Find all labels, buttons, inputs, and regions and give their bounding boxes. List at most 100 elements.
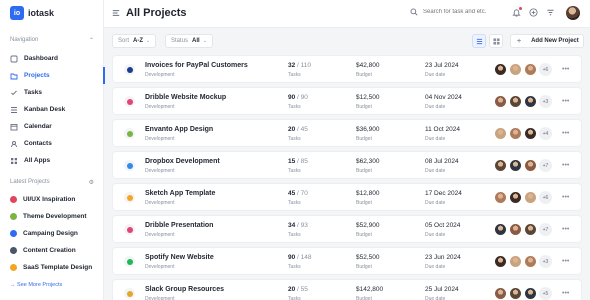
- due-date-value: 23 Jun 2024: [425, 254, 461, 261]
- more-members-badge[interactable]: +7: [539, 159, 552, 172]
- grid-view-button[interactable]: [489, 34, 503, 48]
- search-bar[interactable]: [410, 8, 503, 16]
- member-avatar[interactable]: [524, 255, 537, 268]
- logo-text: iotask: [28, 8, 55, 18]
- gear-icon[interactable]: ⚙: [89, 179, 94, 186]
- more-options-icon[interactable]: •••: [562, 290, 569, 297]
- member-avatar[interactable]: [524, 127, 537, 140]
- budget-value: $12,800: [356, 190, 380, 197]
- project-row[interactable]: Sketch App Template Development 45 / 70 Tas…: [112, 183, 582, 211]
- more-members-badge[interactable]: +6: [539, 191, 552, 204]
- compass-icon[interactable]: [529, 8, 538, 17]
- nav-heading[interactable]: Navigation ⌃: [10, 37, 94, 44]
- project-row[interactable]: Dribble Website Mockup Development 90 / 90…: [112, 87, 582, 115]
- member-avatar[interactable]: [509, 191, 522, 204]
- see-more-link[interactable]: → See More Projects: [10, 282, 62, 288]
- tasks-icon: [10, 89, 18, 97]
- latest-project-label: Campaing Design: [23, 230, 78, 237]
- latest-project-item[interactable]: Content Creation: [0, 242, 104, 259]
- sidebar-item-tasks[interactable]: Tasks: [0, 84, 104, 101]
- project-name[interactable]: Slack Group Resources: [145, 286, 224, 293]
- member-avatar[interactable]: [524, 159, 537, 172]
- project-row[interactable]: Dribble Presentation Development 34 / 93 Ta…: [112, 215, 582, 243]
- project-name[interactable]: Envanto App Design: [145, 126, 213, 133]
- member-avatar[interactable]: [524, 63, 537, 76]
- project-name[interactable]: Invoices for PayPal Customers: [145, 62, 248, 69]
- search-icon: [410, 8, 418, 16]
- search-input[interactable]: [423, 9, 503, 15]
- member-avatar[interactable]: [509, 223, 522, 236]
- member-avatar[interactable]: [509, 159, 522, 172]
- project-name[interactable]: Sketch App Template: [145, 190, 215, 197]
- sidebar-item-all-apps[interactable]: All Apps: [0, 152, 104, 169]
- sidebar-item-kanban-desk[interactable]: Kanban Desk: [0, 101, 104, 118]
- sidebar-item-projects[interactable]: Projects: [0, 67, 105, 84]
- latest-heading[interactable]: Latest Projects ⚙: [10, 179, 94, 186]
- member-avatar[interactable]: [494, 191, 507, 204]
- sidebar-item-label: Projects: [24, 72, 50, 79]
- project-row[interactable]: Envanto App Design Development 20 / 45 Task…: [112, 119, 582, 147]
- project-name[interactable]: Dropbox Development: [145, 158, 220, 165]
- latest-project-item[interactable]: Campaing Design: [0, 225, 104, 242]
- brand-logo[interactable]: io iotask: [10, 6, 54, 20]
- more-members-badge[interactable]: +5: [539, 287, 552, 300]
- project-logo-icon: [124, 64, 135, 75]
- member-avatar[interactable]: [524, 287, 537, 300]
- more-members-badge[interactable]: +6: [539, 63, 552, 76]
- member-avatars: +4: [494, 127, 552, 140]
- member-avatar[interactable]: [509, 287, 522, 300]
- status-select[interactable]: Status All ⌄: [165, 34, 213, 48]
- sort-select[interactable]: Sort A-Z ⌄: [112, 34, 157, 48]
- add-project-button[interactable]: + Add New Project: [510, 34, 584, 48]
- user-avatar[interactable]: [566, 6, 580, 20]
- member-avatar[interactable]: [509, 127, 522, 140]
- tasks-label: Tasks: [288, 72, 301, 78]
- latest-project-label: Theme Development: [23, 213, 87, 220]
- menu-collapse-icon[interactable]: [112, 9, 120, 17]
- latest-project-item[interactable]: UI/UX Inspiration: [0, 191, 104, 208]
- more-options-icon[interactable]: •••: [562, 162, 569, 169]
- project-row[interactable]: Invoices for PayPal Customers Development…: [112, 55, 582, 83]
- more-members-badge[interactable]: +3: [539, 255, 552, 268]
- project-row[interactable]: Dropbox Development Development 15 / 85 Tas…: [112, 151, 582, 179]
- project-name[interactable]: Spotify New Website: [145, 254, 214, 261]
- more-members-badge[interactable]: +3: [539, 95, 552, 108]
- latest-project-item[interactable]: Theme Development: [0, 208, 104, 225]
- list-view-button[interactable]: [472, 34, 486, 48]
- more-options-icon[interactable]: •••: [562, 98, 569, 105]
- member-avatar[interactable]: [524, 95, 537, 108]
- member-avatar[interactable]: [494, 127, 507, 140]
- sort-label: Sort: [118, 38, 130, 44]
- member-avatar[interactable]: [494, 159, 507, 172]
- more-options-icon[interactable]: •••: [562, 66, 569, 73]
- project-name[interactable]: Dribble Website Mockup: [145, 94, 226, 101]
- budget-label: Budget: [356, 104, 372, 110]
- member-avatar[interactable]: [494, 255, 507, 268]
- more-options-icon[interactable]: •••: [562, 258, 569, 265]
- member-avatar[interactable]: [494, 287, 507, 300]
- more-options-icon[interactable]: •••: [562, 226, 569, 233]
- latest-project-item[interactable]: SaaS Template Design: [0, 259, 104, 276]
- more-options-icon[interactable]: •••: [562, 130, 569, 137]
- sidebar-item-calendar[interactable]: Calendar: [0, 118, 104, 135]
- project-row[interactable]: Slack Group Resources Development 20 / 55 T…: [112, 279, 582, 300]
- member-avatar[interactable]: [509, 255, 522, 268]
- member-avatar[interactable]: [494, 63, 507, 76]
- filter-icon[interactable]: [546, 8, 555, 17]
- tasks-done: 15: [288, 158, 296, 165]
- member-avatar[interactable]: [494, 223, 507, 236]
- member-avatar[interactable]: [524, 223, 537, 236]
- member-avatar[interactable]: [494, 95, 507, 108]
- tasks-total: / 70: [297, 190, 308, 197]
- more-members-badge[interactable]: +7: [539, 223, 552, 236]
- member-avatar[interactable]: [509, 95, 522, 108]
- member-avatar[interactable]: [524, 191, 537, 204]
- tasks-total: / 45: [297, 126, 308, 133]
- project-name[interactable]: Dribble Presentation: [145, 222, 213, 229]
- more-options-icon[interactable]: •••: [562, 194, 569, 201]
- more-members-badge[interactable]: +4: [539, 127, 552, 140]
- project-row[interactable]: Spotify New Website Development 90 / 148 Ta…: [112, 247, 582, 275]
- sidebar-item-contacts[interactable]: Contacts: [0, 135, 104, 152]
- member-avatar[interactable]: [509, 63, 522, 76]
- sidebar-item-dashboard[interactable]: Dashboard: [0, 50, 104, 67]
